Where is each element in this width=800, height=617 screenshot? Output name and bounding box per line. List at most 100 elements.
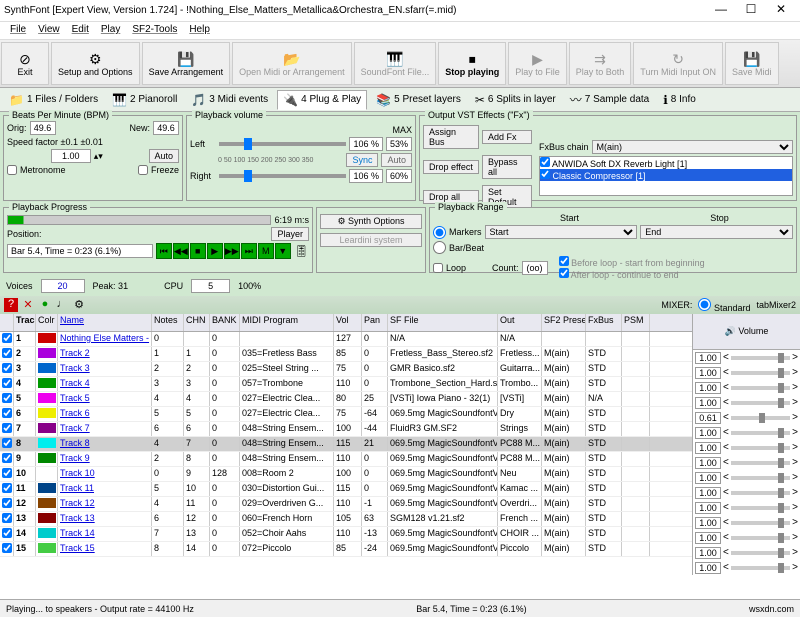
mixer-value[interactable]: 1.00 [695, 547, 721, 559]
mixer-vol-icon[interactable]: 🔊 Volume [725, 326, 769, 337]
track-checkbox[interactable] [2, 528, 12, 538]
table-row[interactable]: 15Track 158140072=Piccolo85-24069.5mg Ma… [0, 542, 692, 557]
play-button[interactable]: ▶ [207, 243, 223, 259]
toolbar-save-arrangement[interactable]: 💾Save Arrangement [142, 42, 231, 85]
track-checkbox[interactable] [2, 378, 12, 388]
before-loop-checkbox[interactable] [559, 256, 569, 266]
mixer-value[interactable]: 0.61 [695, 412, 721, 424]
mixer-right-icon[interactable]: > [792, 367, 798, 378]
mixer-left-icon[interactable]: < [723, 517, 729, 528]
mixer-value[interactable]: 1.00 [695, 502, 721, 514]
color-swatch[interactable] [38, 348, 56, 358]
mixer-left-icon[interactable]: < [723, 487, 729, 498]
tool-note-icon[interactable]: ♩ [55, 298, 69, 312]
mixer-slider[interactable] [731, 356, 790, 360]
mixer-left-icon[interactable]: < [723, 412, 729, 423]
bpm-auto-button[interactable]: Auto [149, 149, 180, 163]
mixer-value[interactable]: 1.00 [695, 487, 721, 499]
table-row[interactable]: 4Track 4330057=Trombone1100Trombone_Sect… [0, 377, 692, 392]
mixer-slider[interactable] [731, 476, 790, 480]
mixer-right-icon[interactable]: > [792, 502, 798, 513]
mixer-right-icon[interactable]: > [792, 472, 798, 483]
track-checkbox[interactable] [2, 453, 12, 463]
drop-effect-button[interactable]: Drop effect [423, 160, 479, 174]
tab-1-files-folders[interactable]: 📁1 Files / Folders [4, 91, 103, 109]
fx2-checkbox[interactable] [540, 169, 550, 179]
progress-bar[interactable] [7, 215, 271, 225]
toolbar-setup-and-options[interactable]: ⚙Setup and Options [51, 42, 140, 85]
mixer-tab2[interactable]: tabMixer2 [756, 300, 796, 310]
mixer-right-icon[interactable]: > [792, 487, 798, 498]
maximize-button[interactable]: ☐ [736, 2, 766, 20]
color-swatch[interactable] [38, 483, 56, 493]
col-header[interactable]: MIDI Program [240, 314, 334, 331]
extra-icon[interactable]: 🎚 [294, 244, 309, 258]
track-checkbox[interactable] [2, 483, 12, 493]
player-button[interactable]: Player [271, 227, 309, 241]
col-header[interactable]: Track [14, 314, 36, 331]
color-swatch[interactable] [38, 438, 56, 448]
track-checkbox[interactable] [2, 513, 12, 523]
stop-button[interactable]: ■ [190, 243, 206, 259]
fwd-button[interactable]: ▶▶ [224, 243, 240, 259]
end-select[interactable]: End [640, 225, 793, 239]
menu-file[interactable]: File [4, 22, 32, 39]
mixer-slider[interactable] [731, 566, 790, 570]
table-row[interactable]: 6Track 6550027=Electric Clea...75-64069.… [0, 407, 692, 422]
color-swatch[interactable] [38, 498, 56, 508]
mixer-right-icon[interactable]: > [792, 457, 798, 468]
col-header[interactable]: PSM [622, 314, 650, 331]
more-button[interactable]: ▼ [275, 243, 291, 259]
markers-radio[interactable] [433, 226, 446, 239]
tab-2-pianoroll[interactable]: 🎹2 Pianoroll [107, 91, 182, 109]
color-swatch[interactable] [38, 423, 56, 433]
menu-help[interactable]: Help [183, 22, 216, 39]
col-header[interactable]: Pan [362, 314, 388, 331]
color-swatch[interactable] [38, 543, 56, 553]
col-header[interactable]: Name [58, 314, 152, 331]
bpm-new-value[interactable]: 49.6 [153, 121, 179, 135]
color-swatch[interactable] [38, 363, 56, 373]
toolbar-exit[interactable]: ⊘Exit [1, 42, 49, 85]
sync-button[interactable]: Sync [346, 153, 378, 167]
mixer-right-icon[interactable]: > [792, 562, 798, 573]
mixer-left-icon[interactable]: < [723, 547, 729, 558]
color-swatch[interactable] [38, 468, 56, 478]
mixer-slider[interactable] [731, 431, 790, 435]
col-header[interactable] [0, 314, 14, 331]
vol-right-slider[interactable] [219, 174, 346, 178]
fx-list[interactable]: ANWIDA Soft DX Reverb Light [1] Classic … [539, 156, 793, 196]
col-header[interactable]: SF File [388, 314, 498, 331]
color-swatch[interactable] [38, 408, 56, 418]
mixer-slider[interactable] [731, 461, 790, 465]
mixer-value[interactable]: 1.00 [695, 382, 721, 394]
mixer-left-icon[interactable]: < [723, 397, 729, 408]
tool-config-icon[interactable]: ⚙ [72, 298, 86, 312]
menu-sf2-tools[interactable]: SF2-Tools [126, 22, 183, 39]
mixer-slider[interactable] [731, 416, 790, 420]
mixer-left-icon[interactable]: < [723, 502, 729, 513]
table-row[interactable]: 2Track 2110035=Fretless Bass850Fretless_… [0, 347, 692, 362]
rewind-button[interactable]: ⏮ [156, 243, 172, 259]
fxbus-chain-select[interactable]: M(ain) [592, 140, 793, 154]
tab-4-plug-play[interactable]: 🔌4 Plug & Play [277, 90, 367, 110]
table-row[interactable]: 7Track 7660048=String Ensem...100-44Flui… [0, 422, 692, 437]
table-row[interactable]: 5Track 5440027=Electric Clea...8025[VSTi… [0, 392, 692, 407]
col-header[interactable]: SF2 Prese [542, 314, 586, 331]
color-swatch[interactable] [38, 333, 56, 343]
mixer-value[interactable]: 1.00 [695, 532, 721, 544]
marker-button[interactable]: M [258, 243, 274, 259]
mixer-slider[interactable] [731, 386, 790, 390]
start-select[interactable]: Start [485, 225, 638, 239]
color-swatch[interactable] [38, 378, 56, 388]
mixer-right-icon[interactable]: > [792, 442, 798, 453]
mixer-value[interactable]: 1.00 [695, 472, 721, 484]
tool-x-icon[interactable]: ✕ [21, 298, 35, 312]
leardini-button[interactable]: Leardini system [320, 233, 422, 247]
synth-options-button[interactable]: ⚙ Synth Options [320, 214, 422, 229]
mixer-value[interactable]: 1.00 [695, 427, 721, 439]
tool-circle-icon[interactable]: ● [38, 298, 52, 312]
mixer-slider[interactable] [731, 521, 790, 525]
freeze-checkbox[interactable] [138, 165, 148, 175]
table-row[interactable]: 9Track 9280048=String Ensem...1100069.5m… [0, 452, 692, 467]
